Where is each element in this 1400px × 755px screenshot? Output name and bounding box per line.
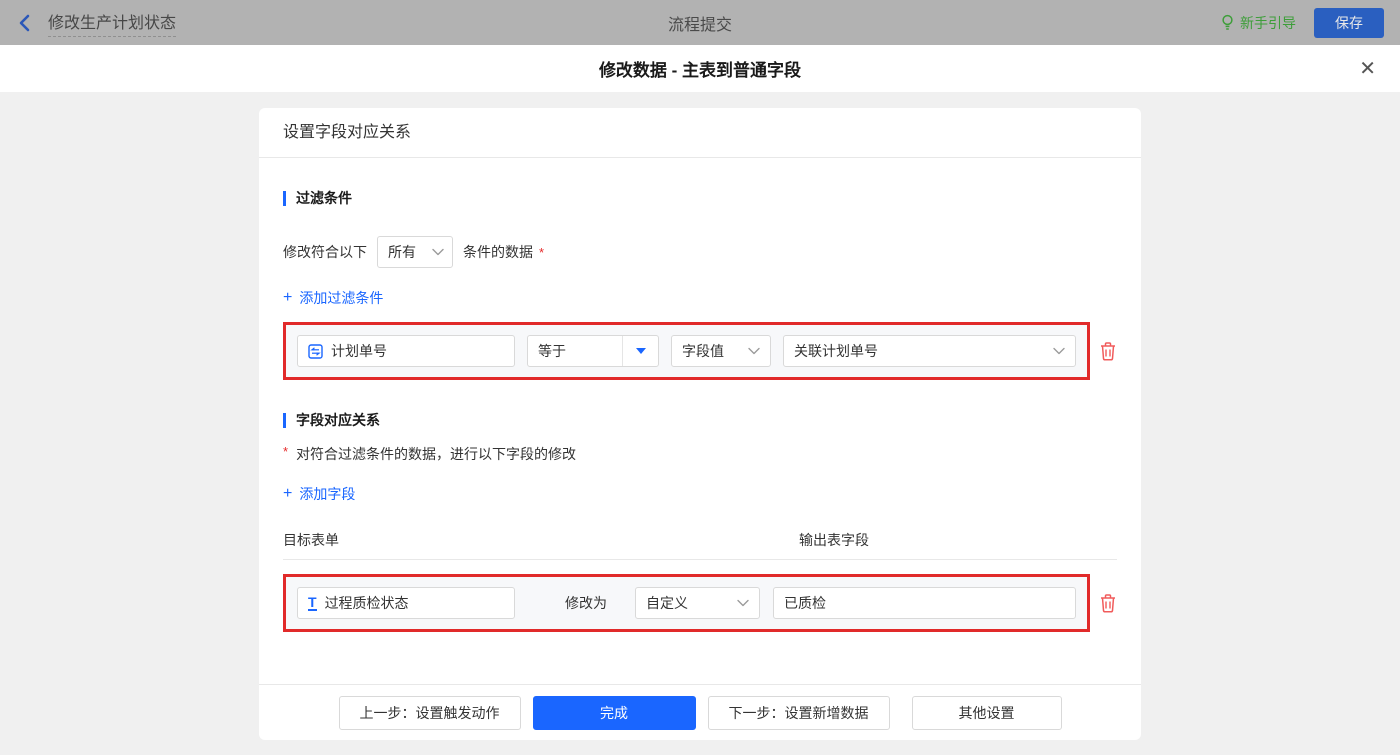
caret-down-icon bbox=[636, 348, 646, 354]
beginner-guide-link[interactable]: 新手引导 bbox=[1220, 13, 1296, 33]
required-asterisk: * bbox=[539, 245, 544, 260]
column-target-form: 目标表单 bbox=[283, 530, 339, 550]
mapping-section-title: 字段对应关系 bbox=[283, 410, 1117, 430]
output-value: 已质检 bbox=[784, 593, 826, 613]
plus-icon: + bbox=[283, 289, 292, 307]
text-field-icon: T bbox=[308, 596, 317, 611]
lightbulb-icon bbox=[1220, 14, 1235, 31]
condition-value-select[interactable]: 关联计划单号 bbox=[783, 335, 1076, 367]
close-icon[interactable]: ✕ bbox=[1359, 57, 1376, 81]
mapping-column-headers: 目标表单 输出表字段 bbox=[283, 530, 1117, 560]
back-icon[interactable] bbox=[16, 13, 36, 33]
add-field-label: 添加字段 bbox=[299, 484, 355, 504]
finish-button[interactable]: 完成 bbox=[533, 696, 696, 730]
delete-mapping-trash-icon[interactable] bbox=[1099, 593, 1117, 613]
match-mode-select[interactable]: 所有 bbox=[377, 236, 453, 268]
top-app-bar: 修改生产计划状态 流程提交 新手引导 保存 bbox=[0, 0, 1400, 45]
next-step-button[interactable]: 下一步：设置新增数据 bbox=[708, 696, 890, 730]
other-settings-button[interactable]: 其他设置 bbox=[912, 696, 1062, 730]
operator-value: 等于 bbox=[528, 341, 622, 361]
value-type-value: 字段值 bbox=[682, 341, 724, 361]
column-output-field: 输出表字段 bbox=[799, 530, 869, 550]
chevron-down-icon bbox=[737, 599, 749, 607]
delete-condition-trash-icon[interactable] bbox=[1099, 341, 1117, 361]
match-mode-value: 所有 bbox=[388, 242, 416, 262]
required-asterisk: * bbox=[283, 444, 288, 459]
card-header-title: 设置字段对应关系 bbox=[259, 108, 1141, 158]
dialog-title: 修改数据 - 主表到普通字段 bbox=[599, 56, 801, 81]
add-filter-condition-label: 添加过滤条件 bbox=[299, 288, 383, 308]
chevron-down-icon bbox=[432, 248, 444, 256]
guide-label: 新手引导 bbox=[1240, 13, 1296, 33]
highlighted-condition-box: 计划单号 等于 字段值 关联计划单号 bbox=[283, 322, 1090, 380]
prev-step-button[interactable]: 上一步：设置触发动作 bbox=[339, 696, 521, 730]
output-value-input[interactable]: 已质检 bbox=[773, 587, 1076, 619]
operator-caret-button[interactable] bbox=[622, 336, 658, 366]
highlighted-mapping-box: T 过程质检状态 修改为 自定义 已质检 bbox=[283, 574, 1090, 632]
plus-icon: + bbox=[283, 485, 292, 503]
target-field-input[interactable]: T 过程质检状态 bbox=[297, 587, 515, 619]
card-footer: 上一步：设置触发动作 完成 下一步：设置新增数据 其他设置 bbox=[259, 684, 1141, 740]
field-mapping-row: T 过程质检状态 修改为 自定义 已质检 bbox=[283, 574, 1117, 632]
topbar-center-title: 流程提交 bbox=[0, 11, 1400, 35]
chevron-down-icon bbox=[748, 347, 760, 355]
workflow-title[interactable]: 修改生产计划状态 bbox=[48, 9, 176, 37]
match-rule-row: 修改符合以下 所有 条件的数据 * bbox=[283, 236, 1117, 268]
dialog-header: 修改数据 - 主表到普通字段 ✕ bbox=[0, 45, 1400, 93]
match-prefix-label: 修改符合以下 bbox=[283, 242, 367, 262]
condition-value: 关联计划单号 bbox=[794, 341, 878, 361]
target-field-value: 过程质检状态 bbox=[325, 593, 409, 613]
chevron-down-icon bbox=[1053, 347, 1065, 355]
match-suffix-label: 条件的数据 bbox=[463, 242, 533, 262]
add-filter-condition-link[interactable]: + 添加过滤条件 bbox=[283, 288, 383, 308]
operator-select[interactable]: 等于 bbox=[527, 335, 659, 367]
value-mode-value: 自定义 bbox=[646, 593, 688, 613]
dialog-body: 设置字段对应关系 过滤条件 修改符合以下 所有 条件的数据 * + 添加过滤条件 bbox=[0, 108, 1400, 755]
mapping-description-row: * 对符合过滤条件的数据，进行以下字段的修改 bbox=[283, 444, 1117, 464]
mapping-description: 对符合过滤条件的数据，进行以下字段的修改 bbox=[296, 444, 576, 464]
section-bar-icon bbox=[283, 413, 286, 428]
modify-to-label: 修改为 bbox=[565, 593, 607, 613]
save-button[interactable]: 保存 bbox=[1314, 8, 1384, 38]
value-mode-select[interactable]: 自定义 bbox=[635, 587, 760, 619]
value-type-select[interactable]: 字段值 bbox=[671, 335, 771, 367]
add-field-link[interactable]: + 添加字段 bbox=[283, 484, 355, 504]
condition-field-input[interactable]: 计划单号 bbox=[297, 335, 515, 367]
condition-field-value: 计划单号 bbox=[331, 341, 387, 361]
field-mapping-card: 设置字段对应关系 过滤条件 修改符合以下 所有 条件的数据 * + 添加过滤条件 bbox=[259, 108, 1141, 740]
relation-field-icon bbox=[308, 344, 323, 359]
section-bar-icon bbox=[283, 191, 286, 206]
filter-condition-row: 计划单号 等于 字段值 关联计划单号 bbox=[283, 322, 1117, 380]
filter-section-title: 过滤条件 bbox=[283, 188, 1117, 208]
